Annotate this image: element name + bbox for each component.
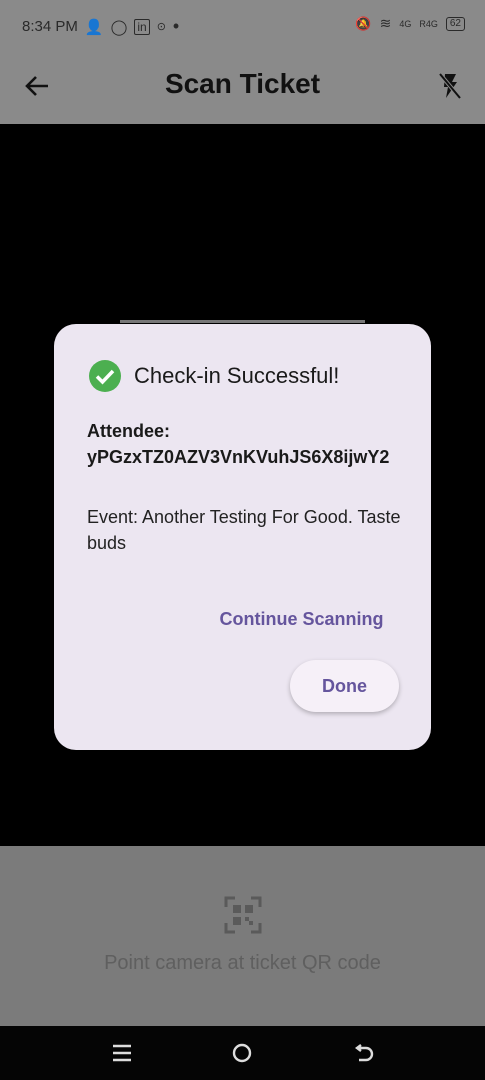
recents-menu-icon[interactable]: [112, 1044, 132, 1062]
event-text: Event: Another Testing For Good. Taste b…: [87, 507, 401, 553]
whatsapp-icon: ◯: [110, 18, 128, 36]
status-bar: 8:34 PM 👤 ◯ in ⊙ • 🔕 ≋ 4G R4G 62: [0, 0, 485, 50]
attendee-info: Attendee: yPGzxTZ0AZV3VnKVuhJS6X8ijwY2: [87, 418, 407, 470]
home-circle-icon[interactable]: [232, 1043, 252, 1063]
more-dot-icon: •: [172, 16, 180, 36]
signal-r4g: R4G: [419, 18, 438, 29]
battery-icon: 62: [445, 16, 465, 31]
mute-icon: 🔕: [355, 15, 372, 31]
done-button[interactable]: Done: [290, 660, 399, 712]
qr-scan-icon: [224, 896, 262, 934]
check-circle-icon: [89, 360, 121, 392]
flash-off-icon: [438, 72, 462, 100]
wifi-icon: ≋: [379, 15, 392, 31]
checkin-success-dialog: Check-in Successful! Attendee: yPGzxTZ0A…: [54, 324, 431, 750]
system-nav-bar: [0, 1026, 485, 1080]
status-time: 8:34 PM: [22, 18, 78, 35]
sync-icon: ⊙: [156, 21, 166, 33]
account-icon: 👤: [84, 18, 104, 36]
dialog-title: Check-in Successful!: [134, 363, 340, 388]
status-right: 🔕 ≋ 4G R4G 62: [355, 15, 465, 32]
status-left: 8:34 PM 👤 ◯ in ⊙ •: [22, 16, 179, 37]
signal-4g: 4G: [399, 18, 412, 29]
continue-scanning-button[interactable]: Continue Scanning: [214, 609, 389, 630]
dialog-header: Check-in Successful!: [89, 360, 339, 392]
scan-hint-text: Point camera at ticket QR code: [104, 952, 381, 974]
scan-frame-edge: [120, 320, 365, 323]
attendee-label: Attendee:: [87, 421, 171, 441]
bottom-panel: Point camera at ticket QR code: [0, 846, 485, 1026]
attendee-id: yPGzxTZ0AZV3VnKVuhJS6X8ijwY2: [87, 447, 390, 467]
page-title: Scan Ticket: [164, 68, 321, 99]
back-nav-icon[interactable]: [354, 1043, 374, 1063]
flash-toggle-button[interactable]: [437, 72, 463, 105]
app-bar: Scan Ticket: [0, 50, 485, 124]
linkedin-icon: in: [134, 18, 150, 35]
